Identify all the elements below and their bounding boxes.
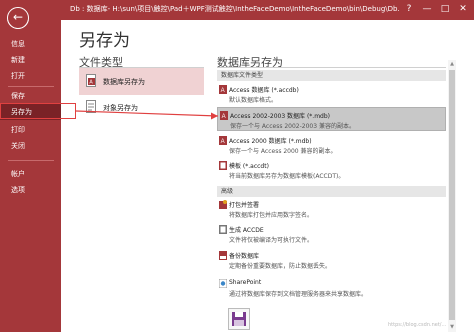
db-file-types-subheading: 数据库文件类型 bbox=[217, 70, 446, 81]
format-mdb-2002-2003[interactable]: A Access 2002-2003 数据库 (*.mdb) 保存一个与 Acc… bbox=[217, 107, 446, 131]
advanced-package-sign[interactable]: 打包并签署 将数据库打包并应用数字签名。 bbox=[217, 197, 446, 221]
template-icon bbox=[219, 161, 227, 170]
format-accdb[interactable]: A Access 数据库 (*.accdb) 默认数据库格式。 bbox=[217, 82, 446, 106]
title-bar: Db : 数据库- H:\sun\项目\触控\Pad＋WPF测试触控\Inthe… bbox=[0, 0, 474, 20]
format-mdb-2000[interactable]: A Access 2000 数据库 (*.mdb) 保存一个与 Access 2… bbox=[217, 133, 446, 157]
sidebar-item-options[interactable]: 选项 bbox=[0, 182, 61, 198]
file-type-label: 对象另存为 bbox=[103, 104, 138, 112]
backup-icon bbox=[219, 251, 227, 260]
scroll-up-arrow-icon[interactable]: ▲ bbox=[448, 60, 456, 68]
sharepoint-icon bbox=[219, 279, 227, 288]
file-type-label: 数据库另存为 bbox=[103, 78, 145, 86]
watermark: https://blog.csdn.net/... bbox=[388, 322, 447, 328]
help-button[interactable]: ? bbox=[402, 2, 416, 16]
advanced-subheading: 高级 bbox=[217, 186, 446, 197]
vertical-scrollbar[interactable]: ▲ ▼ bbox=[448, 60, 456, 332]
svg-text:A: A bbox=[221, 139, 225, 145]
sidebar-divider bbox=[8, 86, 54, 87]
window-title: Db : 数据库- H:\sun\项目\触控\Pad＋WPF测试触控\Inthe… bbox=[70, 5, 400, 13]
file-type-database-save-as[interactable]: A 数据库另存为 bbox=[79, 68, 204, 95]
save-as-button[interactable] bbox=[228, 308, 250, 330]
advanced-backup-database[interactable]: 备份数据库 定期备份重要数据库，防止数据丢失。 bbox=[217, 248, 446, 272]
save-as-icon bbox=[232, 312, 246, 326]
page-title: 另存为 bbox=[79, 31, 130, 51]
sidebar-item-new[interactable]: 新建 bbox=[0, 52, 61, 68]
sidebar-item-save[interactable]: 保存 bbox=[0, 88, 61, 104]
sidebar-item-open[interactable]: 打开 bbox=[0, 68, 61, 84]
sidebar-item-print[interactable]: 打印 bbox=[0, 122, 61, 138]
database-icon: A bbox=[86, 74, 96, 87]
minimize-button[interactable]: — bbox=[420, 2, 434, 16]
close-button[interactable]: ✕ bbox=[456, 2, 470, 16]
arrow-left-icon: ← bbox=[12, 10, 24, 24]
advanced-sharepoint[interactable]: SharePoint 通过将数据库保存到文档管理服务器来共享数据库。 bbox=[217, 276, 446, 300]
object-icon bbox=[86, 100, 96, 113]
file-type-object-save-as[interactable]: 对象另存为 bbox=[79, 94, 204, 121]
back-button-overlay[interactable]: ← bbox=[7, 7, 29, 29]
access-db-icon: A bbox=[220, 111, 228, 120]
backstage-sidebar: ← 信息 新建 打开 保存 另存为 打印 关闭 帐户 选项 bbox=[0, 0, 61, 332]
advanced-make-accde[interactable]: 生成 ACCDE 文件将仅被编译为可执行文件。 bbox=[217, 222, 446, 246]
restore-button[interactable]: □ bbox=[438, 2, 452, 16]
scrollbar-thumb[interactable] bbox=[449, 70, 455, 320]
scroll-down-arrow-icon[interactable]: ▼ bbox=[448, 323, 456, 331]
sidebar-item-info[interactable]: 信息 bbox=[0, 36, 61, 52]
sidebar-divider bbox=[8, 160, 54, 161]
svg-text:A: A bbox=[221, 88, 225, 94]
sidebar-item-account[interactable]: 帐户 bbox=[0, 166, 61, 182]
section-divider bbox=[217, 67, 446, 68]
format-template-accdt[interactable]: 模板 (*.accdt) 将当前数据库另存为数据库模板(ACCDT)。 bbox=[217, 158, 446, 182]
package-sign-icon bbox=[219, 200, 227, 209]
sidebar-item-close[interactable]: 关闭 bbox=[0, 138, 61, 154]
annotation-box bbox=[0, 103, 76, 119]
accde-icon bbox=[219, 225, 227, 234]
svg-text:A: A bbox=[222, 114, 226, 120]
access-db-icon: A bbox=[219, 85, 227, 94]
access-db-icon: A bbox=[219, 136, 227, 145]
